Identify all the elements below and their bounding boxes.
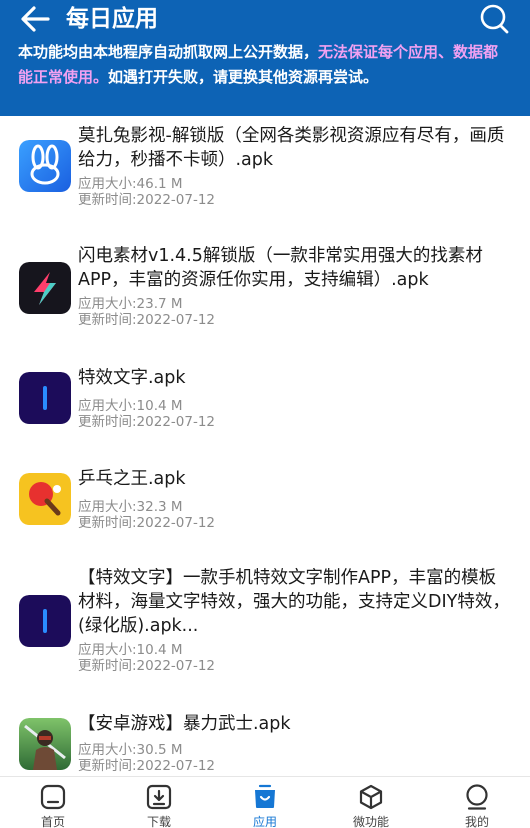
list-item[interactable]: 【安卓游戏】暴力武士.apk 应用大小:30.5 M 更新时间:2022-07-… <box>0 690 530 776</box>
list-item[interactable]: 闪电素材v1.4.5解锁版（一款非常实用强大的找素材APP，丰富的资源任你实用，… <box>0 234 530 346</box>
effect-text-app-icon <box>19 595 71 647</box>
app-updated: 更新时间:2022-07-12 <box>78 658 216 674</box>
app-updated: 更新时间:2022-07-12 <box>78 758 216 774</box>
download-icon <box>146 784 172 810</box>
effect-text-app-icon <box>19 372 71 424</box>
app-size: 应用大小:32.3 M <box>78 499 183 515</box>
app-updated: 更新时间:2022-07-12 <box>78 192 216 208</box>
app-title: 乒乓之王.apk <box>78 469 186 489</box>
rabbit-app-icon <box>19 140 71 192</box>
nav-home-label: 首页 <box>40 815 65 828</box>
nav-apps[interactable]: 应用 <box>212 777 318 828</box>
app-size: 应用大小:10.4 M <box>78 398 183 414</box>
app-updated: 更新时间:2022-07-12 <box>78 414 216 430</box>
arrow-left-icon <box>21 6 50 32</box>
home-icon <box>40 784 66 810</box>
nav-micro-features-label: 微功能 <box>352 815 389 828</box>
list-item[interactable]: 特效文字.apk 应用大小:10.4 M 更新时间:2022-07-12 <box>0 346 530 446</box>
app-title: 【安卓游戏】暴力武士.apk <box>78 714 291 734</box>
nav-apps-label: 应用 <box>252 815 277 828</box>
search-button[interactable] <box>478 2 512 36</box>
page-title: 每日应用 <box>66 6 158 32</box>
nav-profile-label: 我的 <box>464 815 489 828</box>
back-button[interactable] <box>18 4 52 34</box>
notice-text-2: 如遇打开失败，请更换其他资源再尝试。 <box>108 68 379 86</box>
lightning-app-icon <box>19 262 71 314</box>
list-item[interactable]: 【特效文字】一款手机特效文字制作APP，丰富的模板材料，海量文字特效，强大的功能… <box>0 550 530 690</box>
nav-home[interactable]: 首页 <box>0 777 106 828</box>
samurai-game-icon <box>19 718 71 770</box>
app-size: 应用大小:10.4 M <box>78 642 183 658</box>
app-size: 应用大小:23.7 M <box>78 296 183 312</box>
app-updated: 更新时间:2022-07-12 <box>78 312 216 328</box>
app-title: 莫扎兔影视-解锁版（全网各类影视资源应有尽有，画质给力，秒播不卡顿）.apk <box>78 126 505 170</box>
notice-text: 本功能均由本地程序自动抓取网上公开数据， <box>18 43 319 61</box>
list-item[interactable]: 莫扎兔影视-解锁版（全网各类影视资源应有尽有，画质给力，秒播不卡顿）.apk 应… <box>0 116 530 234</box>
nav-profile[interactable]: 我的 <box>424 777 530 828</box>
app-size: 应用大小:46.1 M <box>78 176 183 192</box>
top-header: 每日应用 本功能均由本地程序自动抓取网上公开数据，无法保证每个应用、数据都能正常… <box>0 0 530 116</box>
ping-pong-app-icon <box>19 473 71 525</box>
list-item[interactable]: 乒乓之王.apk 应用大小:32.3 M 更新时间:2022-07-12 <box>0 446 530 550</box>
nav-download[interactable]: 下载 <box>106 777 212 828</box>
app-size: 应用大小:30.5 M <box>78 742 183 758</box>
app-updated: 更新时间:2022-07-12 <box>78 515 216 531</box>
app-title: 特效文字.apk <box>78 368 186 388</box>
app-title: 【特效文字】一款手机特效文字制作APP，丰富的模板材料，海量文字特效，强大的功能… <box>78 568 510 636</box>
bottom-nav: 首页 下载 应用 微功能 我的 <box>0 776 530 828</box>
nav-micro-features[interactable]: 微功能 <box>318 777 424 828</box>
search-icon <box>480 4 509 34</box>
user-icon <box>466 784 488 810</box>
bag-icon <box>255 784 275 808</box>
app-list[interactable]: 莫扎兔影视-解锁版（全网各类影视资源应有尽有，画质给力，秒播不卡顿）.apk 应… <box>0 116 530 776</box>
nav-download-label: 下载 <box>146 815 171 828</box>
disclaimer-notice: 本功能均由本地程序自动抓取网上公开数据，无法保证每个应用、数据都能正常使用。如遇… <box>18 40 512 90</box>
cube-icon <box>359 784 383 810</box>
app-title: 闪电素材v1.4.5解锁版（一款非常实用强大的找素材APP，丰富的资源任你实用，… <box>78 246 483 290</box>
